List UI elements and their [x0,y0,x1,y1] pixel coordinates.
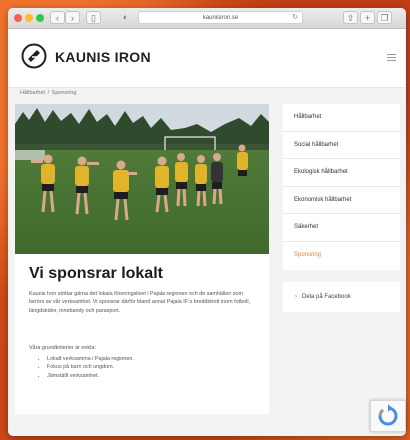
site-logo-text[interactable]: KAUNIS IRON [55,49,151,65]
browser-toolbar: ‹ › ▯ ◐ kaunisiron.se ↻ ⇪ + ❐ [8,8,406,29]
tabs-icon: ❐ [380,13,389,23]
minimize-window-button[interactable] [25,14,33,22]
sidebar-item-hallbarhet[interactable]: Hållbarhet [283,104,400,132]
sidebar-item-ekonomisk-hallbarhet[interactable]: Ekonomisk hållbarhet [283,187,400,214]
logo-icon[interactable] [21,43,47,69]
new-tab-button[interactable]: + [360,11,375,24]
article-card: Vi sponsrar lokalt Kaunis Iron stöttar g… [15,104,269,414]
team-photo [15,104,269,254]
article-title: Vi sponsrar lokalt [29,265,163,282]
sidebar-item-social-hallbarhet[interactable]: Social hållbarhet [283,132,400,159]
criteria-list: Lokalt verksamma i Pajala regionen. Foku… [41,355,134,380]
breadcrumb-current: Sponsring [51,90,77,96]
privacy-button[interactable]: ◐ [118,11,133,24]
breadcrumb-link-hallbarhet[interactable]: Hållbarhet [20,90,45,96]
maximize-window-button[interactable] [36,14,44,22]
sidebar-nav: Hållbarhet Social hållbarhet Ekologisk h… [283,104,400,270]
recaptcha-badge[interactable] [370,400,406,432]
reload-icon[interactable]: ↻ [292,12,298,24]
sidebar-icon: ▯ [91,13,96,23]
share-label: Dela på Facebook [302,294,351,300]
address-bar[interactable]: kaunisiron.se ↻ [138,11,303,24]
list-item: Lokalt verksamma i Pajala regionen. [47,355,134,363]
sidebar-item-sakerhet[interactable]: Säkerhet [283,214,400,242]
breadcrumb: Hållbarhet / Sponsring [20,90,76,96]
sidebar-toggle-button[interactable]: ▯ [86,11,101,24]
list-item: Fokus på barn och ungdom. [47,363,134,371]
share-facebook-button[interactable]: › Dela på Facebook [283,282,400,312]
criteria-intro: Våra grundkriterier är enkla: [29,345,96,351]
breadcrumb-separator: / [47,90,50,96]
list-item: Jämställt verksamhet. [47,372,134,380]
url-text: kaunisiron.se [202,15,239,21]
recaptcha-icon [378,404,398,426]
plus-icon: + [364,13,371,23]
close-window-button[interactable] [14,14,22,22]
article-paragraph: Kaunis Iron stöttar gärna det lokala för… [29,291,251,314]
share-button[interactable]: ⇪ [343,11,358,24]
sidebar-item-ekologisk-hallbarhet[interactable]: Ekologisk hållbarhet [283,159,400,187]
back-button[interactable]: ‹ [50,11,65,24]
chevron-right-icon: › [71,13,74,23]
sidebar-item-sponsring[interactable]: Sponsring [283,242,400,270]
share-icon: ⇪ [346,13,355,23]
browser-window: ‹ › ▯ ◐ kaunisiron.se ↻ ⇪ + ❐ KAUNIS IRO… [8,8,406,436]
site-header: KAUNIS IRON [8,29,406,88]
shield-icon: ◐ [122,12,129,22]
tabs-overview-button[interactable]: ❐ [377,11,392,24]
menu-icon[interactable] [387,54,396,63]
chevron-right-icon: › [295,294,297,300]
forward-button[interactable]: › [65,11,80,24]
chevron-left-icon: ‹ [56,13,59,23]
